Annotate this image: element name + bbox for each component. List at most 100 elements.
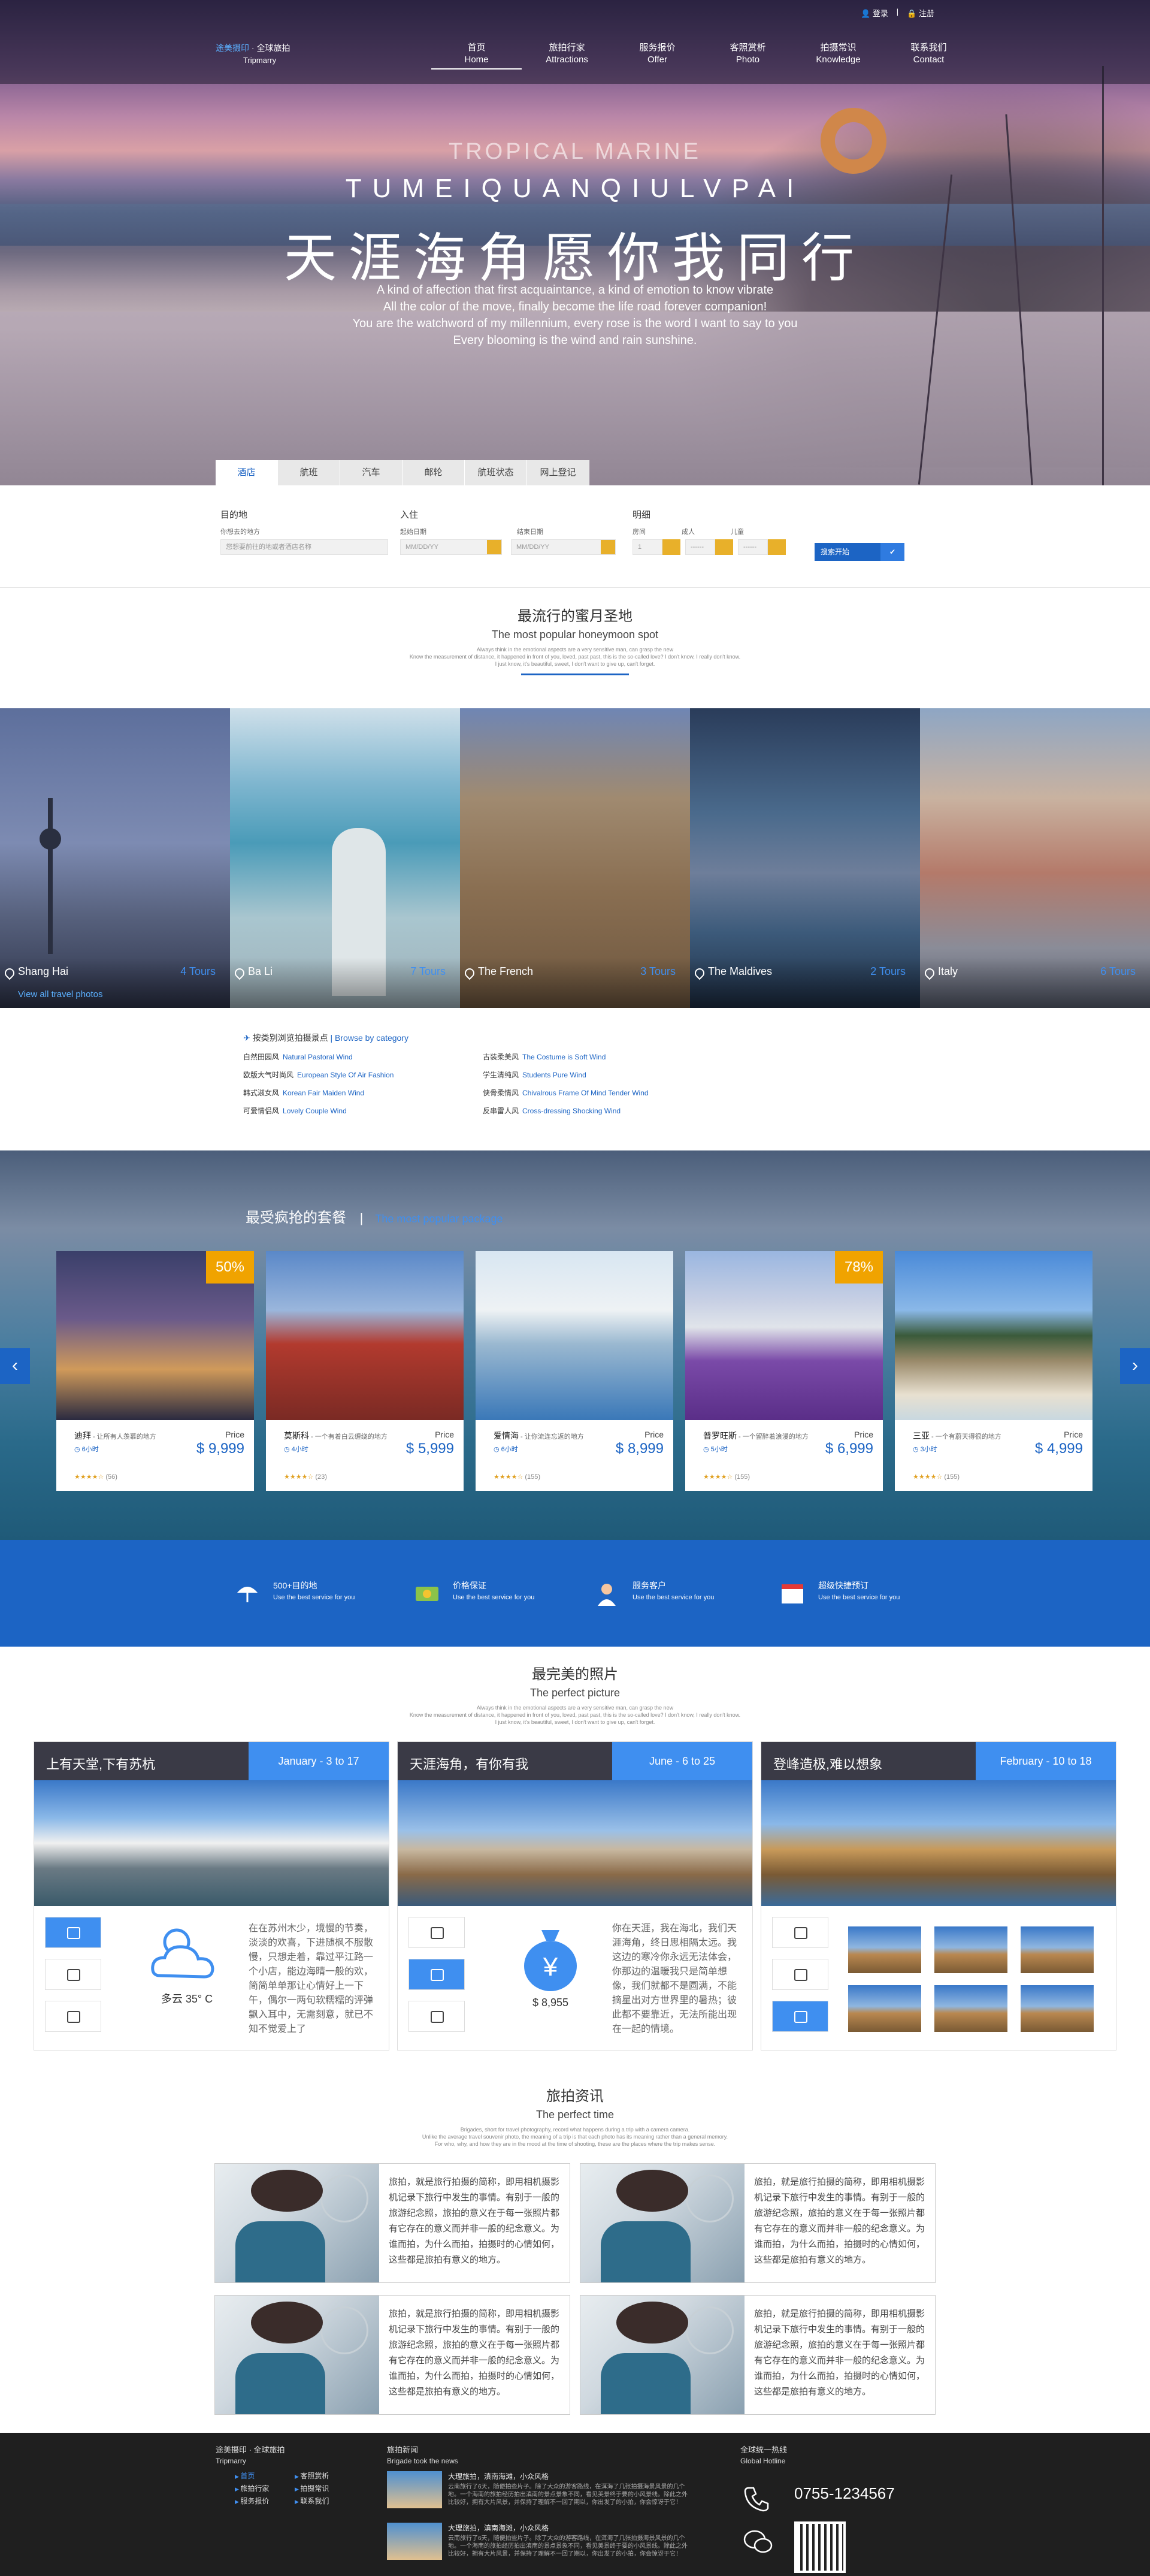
login-link[interactable]: 👤 登录 (861, 7, 888, 19)
tab-flight-status[interactable]: 航班状态 (465, 460, 527, 485)
photo-card[interactable]: 上有天堂,下有苏杭 January - 3 to 17 多云 35° C 在在苏州… (34, 1741, 389, 2050)
news-text: 旅拍，就是旅行拍摄的简称，即用相机摄影机记录下旅行中发生的事情。有别于一般的旅游… (389, 2309, 560, 2397)
news-card[interactable]: 旅拍，就是旅行拍摄的简称，即用相机摄影机记录下旅行中发生的事情。有别于一般的旅游… (580, 2295, 936, 2415)
nav-label-en: Attractions (546, 55, 588, 65)
deal-card[interactable]: 50% 迪拜 - 让所有人羡慕的地方 ◷ 6小时 ★★★★☆ (56) Pric… (56, 1251, 254, 1491)
checkin-date-input[interactable]: MM/DD/YY (400, 539, 502, 555)
footer-link[interactable]: 客照赏析 (295, 2470, 329, 2483)
photo-card-header: 天涯海角，有你有我 June - 6 to 25 (398, 1742, 752, 1780)
footer-link[interactable]: 旅拍行家 (235, 2483, 269, 2495)
gallery-tab[interactable] (45, 2001, 101, 2032)
news-card[interactable]: 旅拍，就是旅行拍摄的简称，即用相机摄影机记录下旅行中发生的事情。有别于一般的旅游… (580, 2163, 936, 2283)
footer-news-header: 旅拍新闻 Brigade took the news (387, 2444, 698, 2465)
child-select[interactable]: ------ (738, 536, 786, 555)
desc-line: Know the measurement of distance, it hap… (409, 654, 741, 660)
weather-tab[interactable] (45, 1917, 101, 1948)
wechat-icon[interactable] (743, 2529, 774, 2555)
photo-card[interactable]: 登峰造极,难以想象 February - 10 to 18 (761, 1741, 1116, 2050)
category-header: ✈ 按类别浏览拍摄景点 | Browse by category (243, 1033, 408, 1043)
news-text: 旅拍，就是旅行拍摄的简称，即用相机摄影机记录下旅行中发生的事情。有别于一般的旅游… (389, 2177, 560, 2265)
category-link[interactable]: 古装柔美风 The Costume is Soft Wind (483, 1052, 722, 1062)
gallery-thumbnail[interactable] (848, 1926, 921, 1973)
tab-cruise[interactable]: 邮轮 (402, 460, 465, 485)
footer-link[interactable]: 服务报价 (235, 2495, 269, 2508)
category-link[interactable]: 韩式淑女风 Korean Fair Maiden Wind (243, 1088, 483, 1098)
register-link[interactable]: 🔒 注册 (907, 7, 934, 19)
duration-text: 5小时 (710, 1446, 728, 1453)
deal-card[interactable]: 爱情海 - 让你流连忘返的地方 ◷ 6小时 ★★★★☆ (155) Price $… (476, 1251, 673, 1491)
checkout-date-input[interactable]: MM/DD/YY (511, 539, 616, 555)
hero-sub-line: All the color of the move, finally becom… (383, 300, 767, 313)
review-count: (155) (944, 1473, 960, 1481)
tab-checkin[interactable]: 网上登记 (527, 460, 589, 485)
gallery-tab[interactable] (772, 2001, 828, 2032)
weather-tab[interactable] (408, 1917, 465, 1948)
price-tab[interactable] (408, 1959, 465, 1990)
calendar-icon[interactable] (487, 540, 501, 554)
photo-card-title: 上有天堂,下有苏杭 (46, 1757, 156, 1772)
footer-news-item[interactable]: 大理旅拍，滇南海滩，小众风格 云南旅行了6天，随便拍些片子。除了大众的游客路线，… (387, 2523, 698, 2566)
nav-photo[interactable]: 客照赏析 Photo (703, 42, 793, 70)
search-button[interactable]: 搜索开始 ✔ (815, 543, 904, 561)
footer-link-label: 联系我们 (300, 2497, 329, 2505)
nav-offer[interactable]: 服务报价 Offer (612, 42, 703, 70)
category-link[interactable]: 可爱情侣风 Lovely Couple Wind (243, 1106, 483, 1116)
gallery-thumbnail[interactable] (934, 1926, 1007, 1973)
deals-title: 最受疯抢的套餐 | The most popular package (246, 1206, 503, 1227)
destination-card-bali[interactable]: Ba Li 7 Tours (230, 708, 460, 1008)
category-link[interactable]: 欧版大气时尚风 European Style Of Air Fashion (243, 1070, 483, 1080)
destination-card-maldives[interactable]: The Maldives 2 Tours (690, 708, 920, 1008)
destination-card-shanghai[interactable]: Shang Hai 4 Tours View all travel photos (0, 708, 230, 1008)
news-card[interactable]: 旅拍，就是旅行拍摄的简称，即用相机摄影机记录下旅行中发生的事情。有别于一般的旅游… (214, 2163, 570, 2283)
deal-card[interactable]: 78% 普罗旺斯 - 一个留醉着浪漫的地方 ◷ 5小时 ★★★★☆ (155) … (685, 1251, 883, 1491)
deal-card[interactable]: 莫斯科 - 一个有着白云缠绕的地方 ◷ 4小时 ★★★★☆ (23) Price… (266, 1251, 464, 1491)
category-link[interactable]: 自然田园风 Natural Pastoral Wind (243, 1052, 483, 1062)
gallery-thumbnails (848, 1926, 1106, 2032)
category-link[interactable]: 侠骨柔情风 Chivalrous Frame Of Mind Tender Win… (483, 1088, 722, 1098)
gallery-thumbnail[interactable] (934, 1985, 1007, 2032)
gallery-tab[interactable] (408, 2001, 465, 2032)
footer-link[interactable]: 拍摄常识 (295, 2483, 329, 2495)
gallery-thumbnail[interactable] (848, 1985, 921, 2032)
gallery-thumbnail[interactable] (1021, 1926, 1094, 1973)
nav-knowledge[interactable]: 拍摄常识 Knowledge (793, 42, 883, 70)
view-all-photos-link[interactable]: View all travel photos (18, 989, 102, 999)
category-link[interactable]: 反串雷人风 Cross-dressing Shocking Wind (483, 1106, 722, 1116)
deal-rating: ★★★★☆ (23) (284, 1473, 327, 1481)
price-tab[interactable] (772, 1959, 828, 1990)
nav-attractions[interactable]: 旅拍行家 Attractions (522, 42, 612, 70)
discount-badge: 78% (835, 1251, 883, 1284)
deal-photo (895, 1251, 1092, 1420)
footer-link[interactable]: 联系我们 (295, 2495, 329, 2508)
tab-flight[interactable]: 航班 (278, 460, 340, 485)
adult-value: ------ (685, 539, 715, 555)
footer-link-label: 首页 (240, 2472, 255, 2480)
rooms-select[interactable]: 1 (632, 536, 680, 555)
news-card[interactable]: 旅拍，就是旅行拍摄的简称，即用相机摄影机记录下旅行中发生的事情。有别于一般的旅游… (214, 2295, 570, 2415)
carousel-prev-button[interactable]: ‹ (0, 1348, 30, 1384)
destination-card-italy[interactable]: Italy 6 Tours (920, 708, 1150, 1008)
deal-city: 迪拜 (74, 1431, 91, 1440)
carousel-next-button[interactable]: › (1120, 1348, 1150, 1384)
nav-contact[interactable]: 联系我们 Contact (883, 42, 974, 70)
destination-input[interactable]: 您想要前往的地或者酒店名称 (220, 539, 388, 555)
desc-line: I just know, it's beautiful, sweet, I do… (495, 661, 655, 667)
hotline-phone[interactable]: 0755-1234567 (794, 2484, 895, 2503)
price-tab[interactable] (45, 1959, 101, 1990)
tab-car[interactable]: 汽车 (340, 460, 402, 485)
deal-name: 三亚 - 一个有蔚天得很的地方 (913, 1430, 1001, 1442)
footer-news-item[interactable]: 大理旅拍，滇南海滩，小众风格 云南旅行了6天，随便拍些片子。除了大众的游客路线，… (387, 2471, 698, 2514)
tab-hotel[interactable]: 酒店 (216, 460, 278, 485)
site-logo[interactable]: 途美摄印 · 全球旅拍 Tripmarry (216, 42, 290, 65)
destination-label: 目的地 (220, 510, 248, 520)
category-link[interactable]: 学生清纯风 Students Pure Wind (483, 1070, 722, 1080)
footer-link[interactable]: 首页 (235, 2470, 269, 2483)
gallery-thumbnail[interactable] (1021, 1985, 1094, 2032)
adult-select[interactable]: ------ (685, 536, 733, 555)
nav-home[interactable]: 首页 Home (431, 42, 522, 70)
destination-card-france[interactable]: The French 3 Tours (460, 708, 690, 1008)
calendar-icon[interactable] (601, 540, 615, 554)
deal-card[interactable]: 三亚 - 一个有蔚天得很的地方 ◷ 3小时 ★★★★☆ (155) Price $… (895, 1251, 1092, 1491)
photo-card[interactable]: 天涯海角，有你有我 June - 6 to 25 ¥ $ 8,955 你在天涯，我… (397, 1741, 753, 2050)
weather-tab[interactable] (772, 1917, 828, 1948)
